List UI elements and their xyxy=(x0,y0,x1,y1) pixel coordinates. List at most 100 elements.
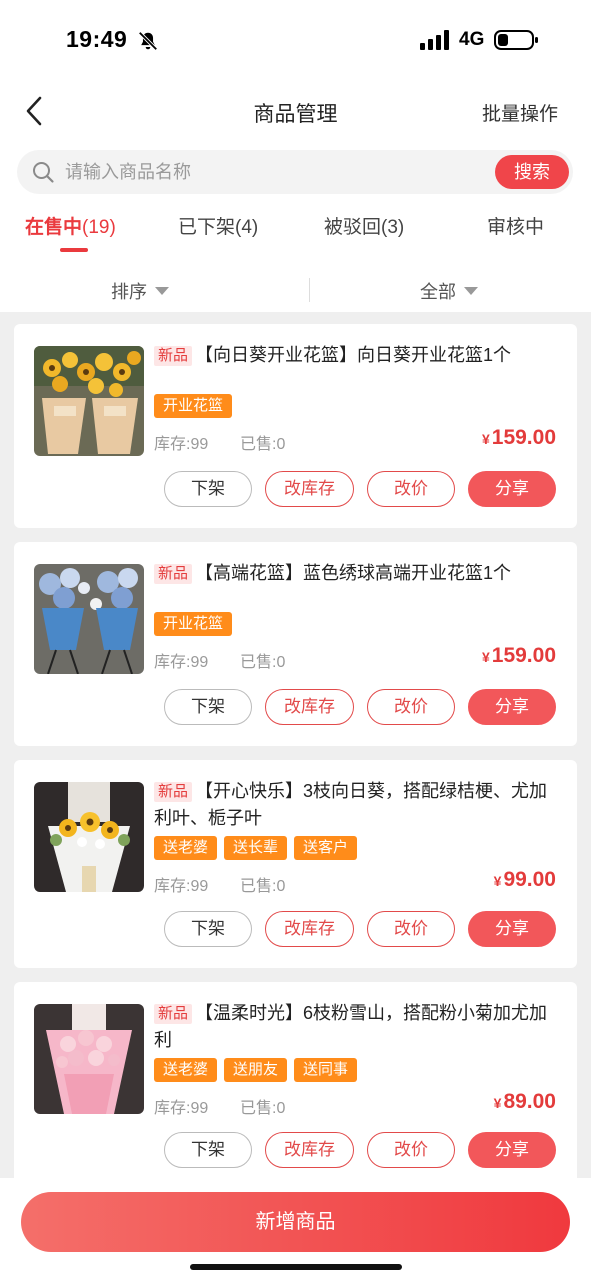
signal-icon xyxy=(420,30,449,50)
product-tag: 送客户 xyxy=(294,836,358,860)
share-button[interactable]: 分享 xyxy=(468,911,556,947)
home-indicator xyxy=(190,1264,402,1270)
battery-icon xyxy=(494,30,538,50)
tab-label: 被驳回 xyxy=(324,217,382,238)
product-card[interactable]: 新品 【温柔时光】6枝粉雪山，搭配粉小菊加尤加利 送老婆 送朋友 送同事 库存:99 … xyxy=(14,982,577,1190)
price-value: 159.00 xyxy=(491,426,556,449)
status-time: 19:49 xyxy=(66,26,128,52)
search-input[interactable] xyxy=(65,150,485,194)
product-tag: 送同事 xyxy=(294,1058,358,1082)
share-button[interactable]: 分享 xyxy=(468,471,556,507)
product-title: 新品 【向日葵开业花篮】向日葵开业花篮1个 xyxy=(154,342,564,369)
product-title: 新品 【温柔时光】6枝粉雪山，搭配粉小菊加尤加利 xyxy=(154,1000,564,1054)
stock-count: 库存:99 xyxy=(154,1100,209,1117)
price-value: 99.00 xyxy=(503,868,556,891)
search-button[interactable]: 搜索 xyxy=(495,155,569,189)
new-badge: 新品 xyxy=(154,346,193,366)
currency-symbol: ¥ xyxy=(481,649,490,665)
edit-stock-button[interactable]: 改库存 xyxy=(265,689,354,725)
edit-price-button[interactable]: 改价 xyxy=(367,689,455,725)
filter-divider xyxy=(309,278,310,302)
product-tag: 送长辈 xyxy=(224,836,288,860)
new-badge: 新品 xyxy=(154,782,193,802)
currency-symbol: ¥ xyxy=(493,1095,502,1111)
delist-button[interactable]: 下架 xyxy=(164,689,252,725)
product-title-text: 【开心快乐】3枝向日葵，搭配绿桔梗、尤加利叶、栀子叶 xyxy=(154,781,548,828)
sold-count: 已售:0 xyxy=(240,654,286,671)
product-card[interactable]: 新品 【高端花篮】蓝色绣球高端开业花篮1个 开业花篮 库存:99 已售:0 ¥15… xyxy=(14,542,577,746)
scope-dropdown[interactable]: 全部 xyxy=(420,278,478,304)
product-image xyxy=(34,564,144,674)
header-area: 19:49 4G 商品管理 批量操作 搜索 xyxy=(0,0,591,312)
product-tag: 送老婆 xyxy=(154,1058,218,1082)
status-tabs: 在售中(19) 已下架(4) 被驳回(3) 审核中 xyxy=(0,212,591,258)
bottom-bar: 新增商品 xyxy=(0,1178,591,1280)
price-value: 89.00 xyxy=(503,1090,556,1113)
edit-stock-button[interactable]: 改库存 xyxy=(265,1132,354,1168)
price-value: 159.00 xyxy=(491,644,556,667)
product-tag: 开业花篮 xyxy=(154,394,233,418)
sold-count: 已售:0 xyxy=(240,436,286,453)
product-title-text: 【高端花篮】蓝色绣球高端开业花篮1个 xyxy=(195,563,512,583)
edit-stock-button[interactable]: 改库存 xyxy=(265,471,354,507)
product-image xyxy=(34,346,144,456)
new-badge: 新品 xyxy=(154,1004,193,1024)
edit-price-button[interactable]: 改价 xyxy=(367,1132,455,1168)
share-button[interactable]: 分享 xyxy=(468,1132,556,1168)
product-tag: 开业花篮 xyxy=(154,612,233,636)
tab-count: (4) xyxy=(235,217,259,238)
sort-dropdown[interactable]: 排序 xyxy=(111,278,169,304)
sold-count: 已售:0 xyxy=(240,878,286,895)
tab-label: 在售中 xyxy=(25,217,83,238)
tag-list: 送老婆 送长辈 送客户 xyxy=(154,836,364,860)
network-type: 4G xyxy=(459,29,485,50)
product-title: 新品 【开心快乐】3枝向日葵，搭配绿桔梗、尤加利叶、栀子叶 xyxy=(154,778,564,832)
product-image xyxy=(34,1004,144,1114)
search-bar: 搜索 xyxy=(17,150,573,194)
batch-operation-button[interactable]: 批量操作 xyxy=(482,99,558,126)
currency-symbol: ¥ xyxy=(493,873,502,889)
share-button[interactable]: 分享 xyxy=(468,689,556,725)
product-card[interactable]: 新品 【开心快乐】3枝向日葵，搭配绿桔梗、尤加利叶、栀子叶 送老婆 送长辈 送客户 库… xyxy=(14,760,577,968)
tab-label: 审核中 xyxy=(487,217,545,238)
tab-rejected[interactable]: 被驳回(3) xyxy=(324,212,404,239)
product-price: ¥159.00 xyxy=(482,426,556,450)
caret-down-icon xyxy=(155,287,169,296)
tab-label: 已下架 xyxy=(178,217,236,238)
product-title-text: 【温柔时光】6枝粉雪山，搭配粉小菊加尤加利 xyxy=(154,1003,548,1050)
tab-count: (3) xyxy=(381,217,405,238)
tag-list: 开业花篮 xyxy=(154,394,239,418)
delist-button[interactable]: 下架 xyxy=(164,911,252,947)
edit-price-button[interactable]: 改价 xyxy=(367,911,455,947)
add-product-button[interactable]: 新增商品 xyxy=(21,1192,570,1252)
product-title: 新品 【高端花篮】蓝色绣球高端开业花篮1个 xyxy=(154,560,564,587)
tab-count: (19) xyxy=(82,217,116,238)
caret-down-icon xyxy=(464,287,478,296)
sort-label: 排序 xyxy=(111,282,147,302)
tab-reviewing[interactable]: 审核中 xyxy=(487,212,544,239)
product-title-text: 【向日葵开业花篮】向日葵开业花篮1个 xyxy=(195,345,512,365)
currency-symbol: ¥ xyxy=(481,431,490,447)
delist-button[interactable]: 下架 xyxy=(164,1132,252,1168)
scope-label: 全部 xyxy=(420,282,456,302)
stock-count: 库存:99 xyxy=(154,436,209,453)
stock-count: 库存:99 xyxy=(154,654,209,671)
bell-muted-icon xyxy=(138,31,158,51)
search-icon xyxy=(33,162,54,183)
active-tab-indicator xyxy=(60,248,88,252)
status-bar: 19:49 4G xyxy=(0,0,591,80)
delist-button[interactable]: 下架 xyxy=(164,471,252,507)
product-tag: 送朋友 xyxy=(224,1058,288,1082)
edit-price-button[interactable]: 改价 xyxy=(367,471,455,507)
sold-count: 已售:0 xyxy=(240,1100,286,1117)
product-card[interactable]: 新品 【向日葵开业花篮】向日葵开业花篮1个 开业花篮 库存:99 已售:0 ¥15… xyxy=(14,324,577,528)
new-badge: 新品 xyxy=(154,564,193,584)
product-price: ¥159.00 xyxy=(482,644,556,668)
product-tag: 送老婆 xyxy=(154,836,218,860)
tag-list: 送老婆 送朋友 送同事 xyxy=(154,1058,364,1082)
edit-stock-button[interactable]: 改库存 xyxy=(265,911,354,947)
tab-delisted[interactable]: 已下架(4) xyxy=(178,212,258,239)
tag-list: 开业花篮 xyxy=(154,612,239,636)
product-price: ¥99.00 xyxy=(494,868,556,892)
tab-on-sale[interactable]: 在售中(19) xyxy=(25,212,116,239)
